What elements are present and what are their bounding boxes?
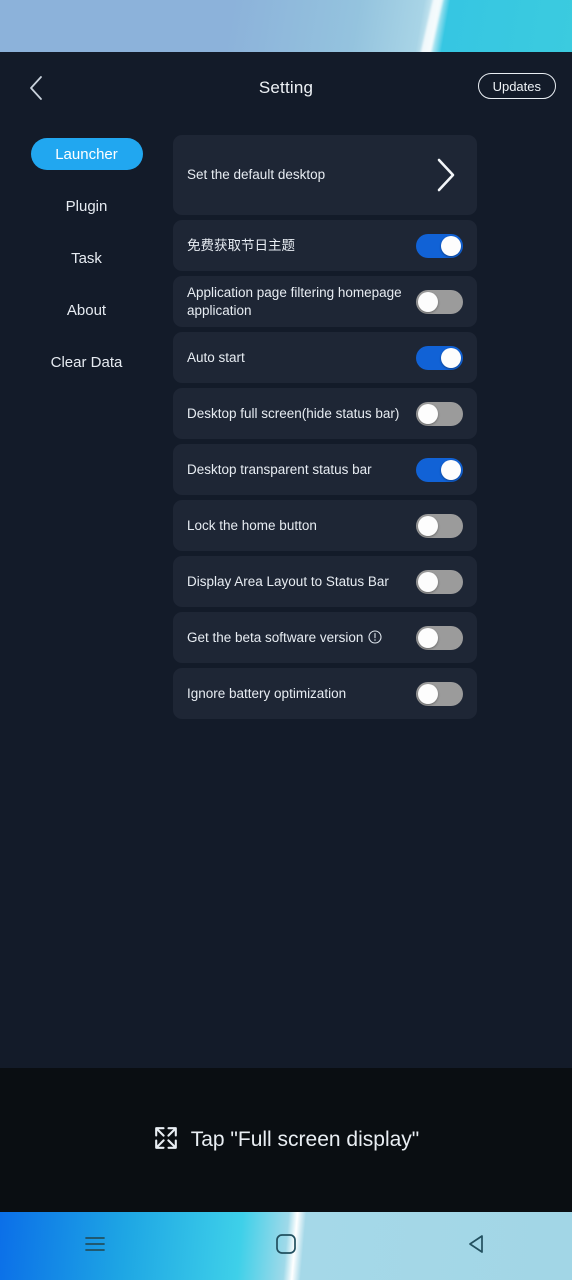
back-triangle-icon [466, 1233, 488, 1260]
sidebar-item-launcher[interactable]: Launcher [0, 128, 173, 180]
setting-row-lock-home-button[interactable]: Lock the home button [173, 500, 477, 551]
sidebar-item-about[interactable]: About [0, 284, 173, 336]
system-navigation-bar [0, 1212, 572, 1280]
setting-row-auto-start[interactable]: Auto start [173, 332, 477, 383]
toggle-knob [441, 347, 461, 368]
setting-label: Application page filtering homepage appl… [187, 284, 402, 318]
settings-list: Set the default desktop 免费获取节日主题 Applica… [173, 135, 477, 724]
banner-text: Tap "Full screen display" [190, 1128, 420, 1151]
toggle-knob [441, 235, 461, 256]
home-square-icon [275, 1233, 297, 1260]
toggle-switch[interactable] [416, 681, 463, 706]
toggle-switch[interactable] [416, 289, 463, 314]
nav-home-button[interactable] [254, 1222, 318, 1270]
toggle-knob [418, 403, 438, 424]
setting-row-transparent-status-bar[interactable]: Desktop transparent status bar [173, 444, 477, 495]
toggle-knob [418, 515, 438, 536]
toggle-knob [418, 571, 438, 592]
nav-back-button[interactable] [445, 1222, 509, 1270]
setting-row-beta-software-version[interactable]: Get the beta software version [173, 612, 477, 663]
setting-label: Desktop transparent status bar [187, 461, 372, 477]
setting-label: Display Area Layout to Status Bar [187, 573, 389, 589]
app-header: Setting Updates [0, 52, 572, 124]
toggle-switch[interactable] [416, 401, 463, 426]
sidebar-item-label: Plugin [65, 197, 108, 215]
toggle-switch[interactable] [416, 625, 463, 650]
toggle-switch[interactable] [416, 569, 463, 594]
chevron-right-icon [429, 154, 463, 196]
alert-circle-icon[interactable] [368, 630, 382, 644]
status-bar-streak [414, 0, 448, 52]
sidebar: Launcher Plugin Task About Clear Data [0, 128, 173, 388]
setting-label: Auto start [187, 349, 245, 365]
full-screen-hint-banner[interactable]: Tap "Full screen display" [0, 1068, 572, 1212]
status-bar [0, 0, 572, 52]
expand-fullscreen-icon [153, 1125, 179, 1156]
settings-screen: Setting Updates Launcher Plugin Task Abo… [0, 0, 572, 1280]
updates-button[interactable]: Updates [477, 73, 556, 99]
setting-row-display-area-layout[interactable]: Display Area Layout to Status Bar [173, 556, 477, 607]
toggle-switch[interactable] [416, 457, 463, 482]
setting-label: 免费获取节日主题 [187, 237, 295, 253]
banner-content: Tap "Full screen display" [153, 1125, 420, 1156]
setting-row-app-page-filtering[interactable]: Application page filtering homepage appl… [173, 276, 477, 327]
sidebar-item-plugin[interactable]: Plugin [0, 180, 173, 232]
toggle-knob [418, 291, 438, 312]
setting-row-default-desktop[interactable]: Set the default desktop [173, 135, 477, 215]
setting-row-ignore-battery-optimization[interactable]: Ignore battery optimization [173, 668, 477, 719]
sidebar-item-label: Launcher [30, 138, 143, 170]
setting-label-text: Get the beta software version [187, 629, 364, 645]
setting-row-desktop-full-screen[interactable]: Desktop full screen(hide status bar) [173, 388, 477, 439]
sidebar-item-label: About [66, 301, 107, 319]
sidebar-item-task[interactable]: Task [0, 232, 173, 284]
setting-label: Desktop full screen(hide status bar) [187, 405, 400, 421]
sidebar-item-label: Task [71, 249, 102, 267]
setting-label: Set the default desktop [187, 167, 326, 183]
toggle-knob [418, 683, 438, 704]
setting-label: Get the beta software version [187, 629, 416, 647]
setting-row-holiday-theme[interactable]: 免费获取节日主题 [173, 220, 477, 271]
sidebar-item-clear-data[interactable]: Clear Data [0, 336, 173, 388]
sidebar-item-label: Clear Data [50, 353, 123, 371]
toggle-switch[interactable] [416, 233, 463, 258]
setting-label: Lock the home button [187, 517, 317, 533]
menu-icon [83, 1235, 107, 1258]
setting-label: Ignore battery optimization [187, 685, 347, 701]
nav-menu-button[interactable] [63, 1222, 127, 1270]
toggle-knob [418, 627, 438, 648]
toggle-switch[interactable] [416, 345, 463, 370]
toggle-switch[interactable] [416, 513, 463, 538]
toggle-knob [441, 459, 461, 480]
